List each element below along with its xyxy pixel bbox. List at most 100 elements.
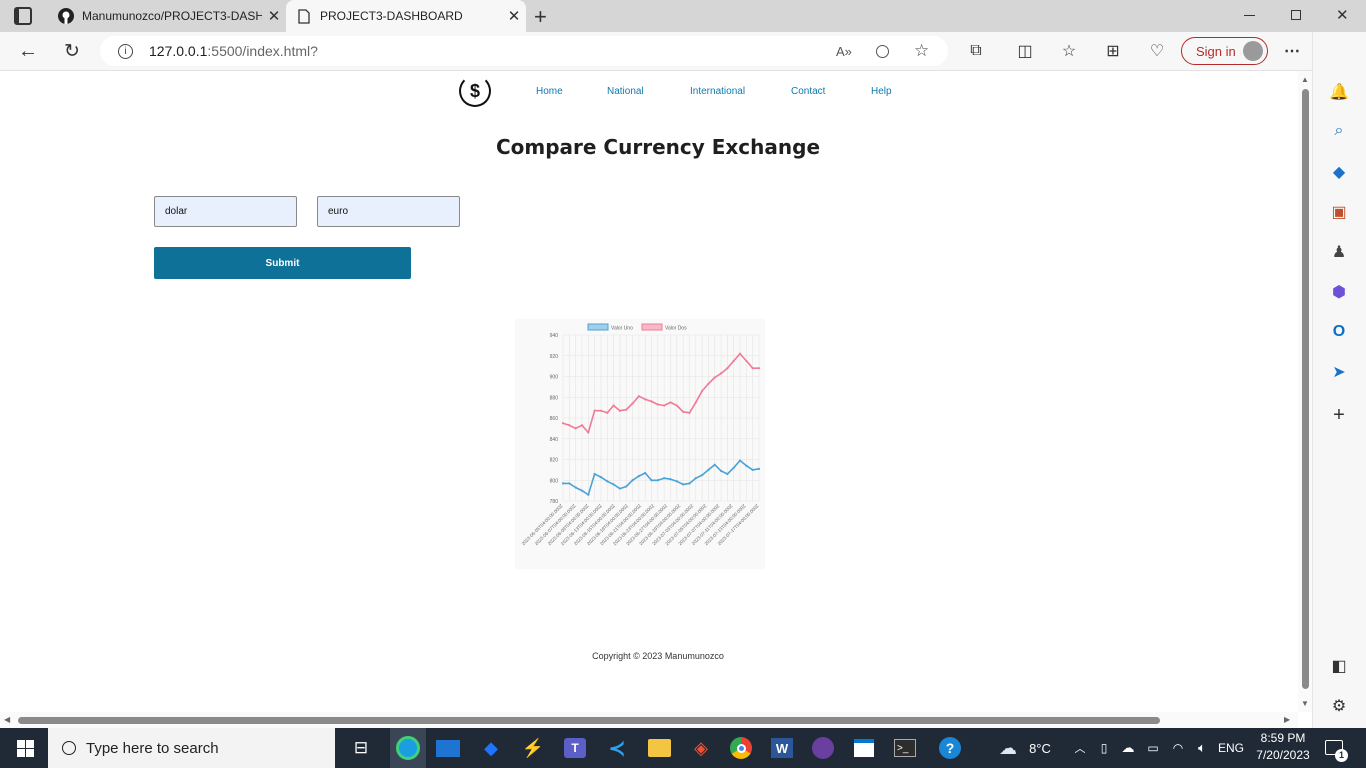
minimize-icon[interactable]: [1244, 15, 1255, 16]
scroll-right-icon[interactable]: ▶: [1284, 715, 1290, 724]
web-page: $ Home National International Contact He…: [0, 71, 1298, 712]
legend-label: Valor Dos: [665, 326, 687, 332]
performance-icon[interactable]: ♡: [1143, 37, 1171, 65]
favorites-icon[interactable]: ☆: [1055, 37, 1083, 65]
y-tick-label: 780: [550, 499, 559, 505]
data-point: [631, 479, 634, 482]
tab-actions-icon[interactable]: [14, 7, 32, 25]
games-icon[interactable]: ♟: [1326, 239, 1352, 265]
data-point: [732, 359, 735, 363]
nav-home-link[interactable]: Home: [536, 86, 563, 97]
data-point: [751, 367, 754, 370]
currency-to-input[interactable]: [317, 196, 460, 227]
nav-help-link[interactable]: Help: [871, 86, 892, 97]
sign-in-button[interactable]: Sign in: [1181, 37, 1268, 65]
windows-start-icon[interactable]: [10, 728, 40, 768]
collections-icon[interactable]: ⊞: [1099, 37, 1127, 65]
shopping-tag-icon[interactable]: ◆: [1326, 159, 1352, 185]
data-point: [656, 403, 659, 406]
file-explorer-icon[interactable]: [644, 728, 674, 768]
more-menu-icon[interactable]: ⋯: [1278, 37, 1306, 65]
weather-cloud-icon[interactable]: ☁: [994, 728, 1022, 768]
url-path: :5500/index.html?: [207, 43, 318, 59]
address-bar[interactable]: i 127.0.0.1:5500/index.html? A» ☆: [100, 36, 948, 66]
data-point: [726, 367, 729, 370]
word-icon[interactable]: W: [767, 728, 797, 768]
vscode-icon[interactable]: ≺: [602, 728, 632, 768]
horizontal-scroll-thumb[interactable]: [18, 717, 1160, 724]
outlook-icon[interactable]: O: [1326, 319, 1352, 345]
line-chart-svg: 7808008208408608809009209402023-06-05T04…: [521, 323, 761, 546]
volume-icon[interactable]: 🔈︎: [1192, 728, 1212, 768]
scroll-down-icon[interactable]: ▼: [1301, 699, 1309, 708]
hide-sidebar-icon[interactable]: ◧: [1326, 653, 1352, 679]
new-tab-icon[interactable]: +: [534, 4, 547, 30]
language-indicator[interactable]: ENG: [1217, 728, 1245, 768]
favorite-star-icon[interactable]: ☆: [914, 41, 929, 61]
notifications-bell-icon[interactable]: 🔔: [1326, 79, 1352, 105]
show-hidden-icons-chevron-icon[interactable]: ︿: [1072, 728, 1088, 768]
data-point: [700, 473, 704, 477]
currency-from-input[interactable]: [154, 196, 297, 227]
search-icon[interactable]: ⌕: [1326, 118, 1352, 144]
data-point: [707, 468, 710, 471]
device-icon[interactable]: ▯: [1096, 728, 1112, 768]
battery-icon[interactable]: ▭: [1143, 728, 1163, 768]
help-icon[interactable]: ?: [935, 728, 965, 768]
terminal-icon[interactable]: >_: [890, 728, 920, 768]
edge-taskbar-icon[interactable]: [390, 728, 426, 768]
data-point: [732, 466, 735, 469]
nav-contact-link[interactable]: Contact: [791, 86, 825, 97]
scroll-up-icon[interactable]: ▲: [1301, 75, 1309, 84]
restore-icon[interactable]: [1291, 10, 1301, 20]
onedrive-cloud-icon[interactable]: ☁: [1118, 728, 1138, 768]
git-icon[interactable]: ◈: [686, 728, 716, 768]
nav-national-link[interactable]: National: [607, 86, 644, 97]
data-point: [726, 472, 729, 476]
data-point: [738, 352, 742, 355]
info-icon[interactable]: i: [118, 43, 133, 59]
tools-briefcase-icon[interactable]: ▣: [1326, 199, 1352, 225]
close-tab-icon[interactable]: ✕: [262, 7, 286, 25]
mail-icon[interactable]: [433, 728, 463, 768]
refresh-icon[interactable]: ↻: [58, 37, 86, 65]
taskbar-search-box[interactable]: Type here to search: [48, 728, 335, 768]
teams-icon[interactable]: T: [560, 728, 590, 768]
data-point: [738, 459, 742, 462]
clock-date: 7/20/2023: [1256, 748, 1310, 762]
scroll-left-icon[interactable]: ◀: [4, 715, 10, 724]
clock[interactable]: 8:59 PM 7/20/2023: [1252, 730, 1314, 764]
data-point: [574, 427, 577, 430]
extensions-icon[interactable]: ⧉: [962, 37, 990, 65]
y-tick-label: 920: [550, 354, 559, 360]
split-screen-icon[interactable]: ◫: [1011, 37, 1039, 65]
store-icon[interactable]: [849, 728, 879, 768]
task-view-icon[interactable]: ⊟: [346, 728, 376, 768]
rtv-app-icon[interactable]: [808, 728, 838, 768]
vertical-scrollbar[interactable]: ▲ ▼: [1298, 71, 1312, 712]
data-point: [719, 469, 723, 473]
nav-international-link[interactable]: International: [690, 86, 745, 97]
chrome-icon[interactable]: [726, 728, 756, 768]
vertical-scroll-thumb[interactable]: [1302, 89, 1309, 689]
close-tab-icon[interactable]: ✕: [502, 7, 526, 25]
azure-icon[interactable]: ⚡: [518, 728, 548, 768]
dropbox-icon[interactable]: ◆: [476, 728, 506, 768]
horizontal-scrollbar[interactable]: ◀ ▶: [0, 712, 1298, 728]
back-icon[interactable]: ←: [14, 37, 42, 65]
add-sidebar-app-icon[interactable]: +: [1326, 402, 1352, 428]
browser-tab-dashboard[interactable]: PROJECT3-DASHBOARD ✕: [286, 0, 526, 32]
browser-tab-github[interactable]: Manumunozco/PROJECT3-DASH ✕: [48, 0, 286, 32]
wifi-icon[interactable]: ◠: [1168, 728, 1188, 768]
settings-gear-icon[interactable]: ⚙: [1326, 693, 1352, 719]
currency-exchange-logo[interactable]: $: [459, 75, 491, 107]
submit-button[interactable]: Submit: [154, 247, 411, 279]
office-icon[interactable]: ⬢: [1326, 279, 1352, 305]
zoom-icon[interactable]: [876, 44, 889, 58]
weather-temperature[interactable]: 8°C: [1027, 728, 1053, 768]
data-point: [587, 431, 590, 434]
send-icon[interactable]: ➤: [1326, 359, 1352, 385]
read-aloud-icon[interactable]: A»: [836, 44, 852, 59]
close-window-icon[interactable]: ✕: [1336, 6, 1349, 24]
data-point: [568, 482, 571, 485]
